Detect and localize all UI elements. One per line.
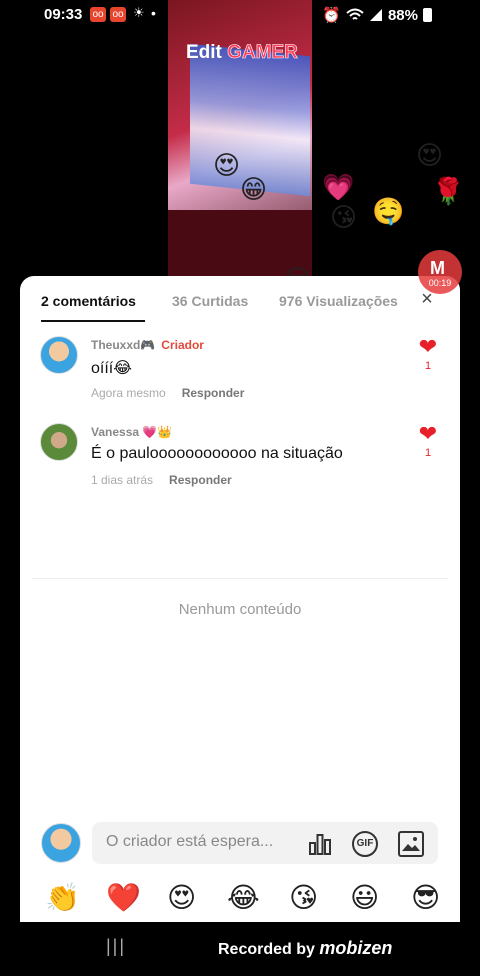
recent-apps-button[interactable]: ||| <box>106 936 126 957</box>
comments-sheet: 2 comentários 36 Curtidas 976 Visualizaç… <box>20 276 460 922</box>
comment-text: É o pauloooooooooooo na situação <box>91 445 343 462</box>
comment-input[interactable] <box>106 833 296 851</box>
tab-likes[interactable]: 36 Curtidas <box>172 293 248 309</box>
floating-emoji: 😘 <box>330 202 358 232</box>
more-notifications-dot: • <box>151 5 156 21</box>
heart-icon: ❤ <box>418 421 438 446</box>
like-button[interactable]: ❤ 1 <box>415 334 441 373</box>
comment-time: 1 dias atrás <box>91 473 154 487</box>
battery-percentage: 88% <box>387 6 418 24</box>
comment-input-box[interactable]: GIF <box>92 822 438 864</box>
navigation-bar: ||| Recorded by mobizen <box>0 922 480 976</box>
emoji-clap-button[interactable]: 👏 <box>45 880 80 916</box>
image-icon[interactable] <box>398 831 424 857</box>
floating-emoji: 🤤 <box>372 196 405 226</box>
emoji-laughing-button[interactable]: 😂 <box>227 880 260 916</box>
signal-icon <box>369 9 382 21</box>
like-button[interactable]: ❤ 1 <box>415 421 441 460</box>
wifi-icon <box>346 8 364 20</box>
emoji-sunglasses-button[interactable]: 😎 <box>411 880 440 916</box>
notification-icon: oo <box>110 7 126 22</box>
recorder-watermark: Recorded by mobizen <box>218 938 392 959</box>
like-count: 1 <box>424 360 432 372</box>
reply-button[interactable]: Responder <box>182 386 245 400</box>
emoji-quick-bar: 👏 ❤️ 😍 😂 😘 😃 😎 <box>20 880 460 916</box>
screen-recorder-bubble[interactable]: M 00:19 <box>418 250 462 294</box>
recording-timer: 00:19 <box>428 278 452 288</box>
floating-emoji: 🌹 <box>432 176 465 206</box>
battery-icon <box>423 8 432 22</box>
video-title-prefix: Edit <box>186 42 222 63</box>
empty-state: Nenhum conteúdo <box>178 601 302 618</box>
comment-author-name[interactable]: Theuxxd🎮 <box>91 338 155 352</box>
video-title: Edit GAMER <box>186 42 298 64</box>
comment-meta: Agora mesmo Responder <box>91 386 244 400</box>
comments-tabs: 2 comentários 36 Curtidas 976 Visualizaç… <box>20 276 460 324</box>
comment-author-name[interactable]: Vanessa 💗👑 <box>91 425 172 439</box>
comment-meta: 1 dias atrás Responder <box>91 473 232 487</box>
comment-author[interactable]: Vanessa 💗👑 <box>91 425 172 439</box>
poll-icon[interactable] <box>307 831 333 857</box>
floating-emoji: 😍 <box>416 140 444 170</box>
comment-text: oííí😂 <box>91 360 132 377</box>
avatar[interactable] <box>40 336 78 374</box>
my-avatar <box>41 823 81 863</box>
comment-author[interactable]: Theuxxd🎮 Criador <box>91 338 204 352</box>
alarm-icon: ⏰ <box>322 7 341 24</box>
tab-comments[interactable]: 2 comentários <box>41 293 136 309</box>
video-title-accent: GAMER <box>227 42 298 64</box>
floating-emoji: 😁 <box>240 174 268 204</box>
clock: 09:33 <box>44 6 83 23</box>
like-count: 1 <box>424 447 432 459</box>
recorder-brand: mobizen <box>319 938 393 958</box>
divider <box>32 578 448 579</box>
emoji-kiss-button[interactable]: 😘 <box>289 880 318 916</box>
emoji-heart-button[interactable]: ❤️ <box>106 880 141 916</box>
heart-icon: ❤ <box>418 334 438 359</box>
comment-input-row: GIF <box>20 820 460 866</box>
gif-icon[interactable]: GIF <box>352 831 378 857</box>
comment-time: Agora mesmo <box>91 386 166 400</box>
system-icons: ⏰ 88% <box>322 6 432 24</box>
notification-icon: oo <box>90 7 106 22</box>
active-tab-indicator <box>41 320 145 322</box>
floating-emoji: 💗 <box>322 172 355 202</box>
recorded-by-label: Recorded by <box>218 941 315 958</box>
emoji-heart-eyes-button[interactable]: 😍 <box>167 880 196 916</box>
reply-button[interactable]: Responder <box>169 473 232 487</box>
creator-badge: Criador <box>161 338 204 352</box>
tab-views[interactable]: 976 Visualizações <box>279 293 398 309</box>
avatar[interactable] <box>40 423 78 461</box>
emoji-smile-button[interactable]: 😃 <box>350 880 379 916</box>
brightness-icon: ☀ <box>133 5 145 20</box>
floating-emoji: 😍 <box>213 150 241 180</box>
recorder-logo-icon: M <box>430 258 445 278</box>
video-player[interactable]: Edit GAMER <box>168 0 312 290</box>
